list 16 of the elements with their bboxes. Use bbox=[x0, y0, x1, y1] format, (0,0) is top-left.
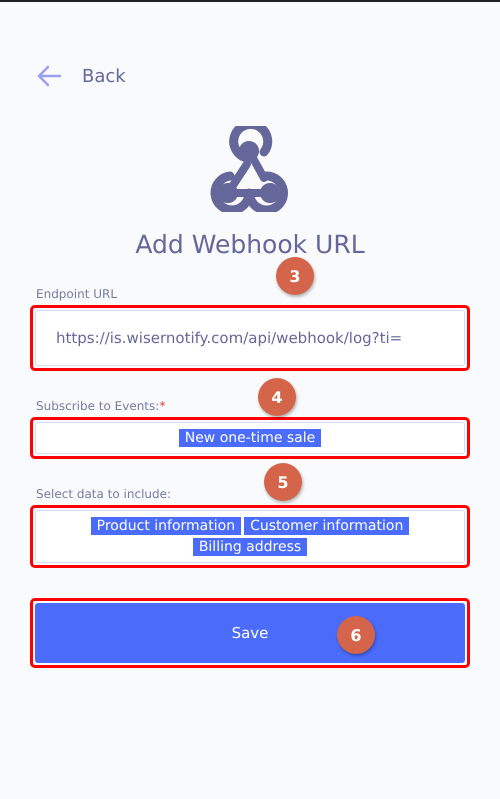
step-number-badge: 3 bbox=[276, 257, 314, 295]
field-label: Select data to include: bbox=[36, 487, 172, 501]
selected-tag: Product information bbox=[90, 517, 242, 535]
selected-tag: Customer information bbox=[244, 517, 410, 535]
selected-tag: Billing address bbox=[192, 538, 308, 556]
events-select-field[interactable]: New one-time sale bbox=[35, 422, 465, 454]
selected-tag: New one-time sale bbox=[178, 429, 322, 447]
step-number-badge: 4 bbox=[258, 378, 296, 416]
url-input-field[interactable]: https://is.wisernotify.com/api/webhook/log?ti= bbox=[35, 310, 465, 366]
back-link[interactable]: Back bbox=[36, 64, 126, 88]
data-select-field[interactable]: Product information Customer information Billing address bbox=[35, 510, 465, 563]
field-label: Endpoint URL bbox=[36, 287, 118, 301]
page-title: Add Webhook URL bbox=[134, 230, 366, 259]
step-number-badge: 5 bbox=[264, 463, 302, 501]
field-label: Subscribe to Events:* bbox=[36, 399, 166, 413]
back-arrow-icon bbox=[36, 64, 62, 88]
